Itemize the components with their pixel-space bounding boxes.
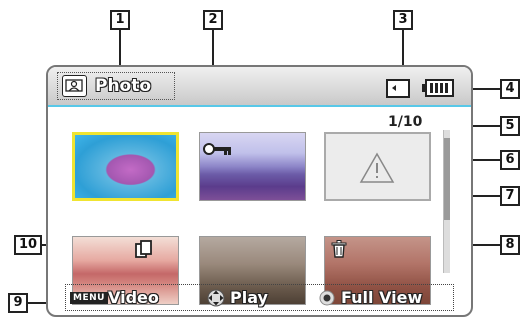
bottom-guide-bar: MENU Video Play Full View [65, 284, 454, 311]
page-counter: 1/10 [388, 114, 423, 130]
play-label[interactable]: Play [230, 288, 268, 307]
scrollbar[interactable] [443, 130, 450, 273]
top-bar: Photo [48, 67, 471, 107]
callout-1: 1 [110, 10, 130, 30]
callout-8: 8 [500, 235, 520, 255]
callout-6: 6 [500, 150, 520, 170]
callout-4: 4 [500, 79, 520, 99]
menu-button-label[interactable]: MENU [70, 292, 108, 304]
copy-icon [135, 240, 152, 259]
callout-2: 2 [203, 10, 223, 30]
lcd-screen: Photo 1/10 MENU Video Play Full View [46, 65, 473, 317]
memory-card-icon [386, 79, 410, 98]
full-view-label[interactable]: Full View [341, 288, 422, 307]
protect-key-icon [203, 141, 233, 155]
callout-9: 9 [8, 293, 28, 313]
battery-icon [422, 79, 454, 97]
warning-icon [359, 152, 395, 184]
mode-indicator: Photo [57, 72, 175, 100]
callout-3: 3 [393, 10, 413, 30]
callout-10: 10 [14, 235, 42, 255]
thumbnail-1-selected[interactable] [72, 132, 179, 201]
video-label[interactable]: Video [108, 288, 159, 307]
callout-5: 5 [500, 116, 520, 136]
dpad-icon [207, 289, 225, 307]
mode-label: Photo [95, 76, 152, 96]
ok-button-icon [319, 290, 335, 306]
photo-mode-icon [62, 75, 87, 97]
callout-7: 7 [500, 186, 520, 206]
delete-icon [331, 240, 347, 258]
scrollbar-thumb[interactable] [444, 138, 450, 220]
